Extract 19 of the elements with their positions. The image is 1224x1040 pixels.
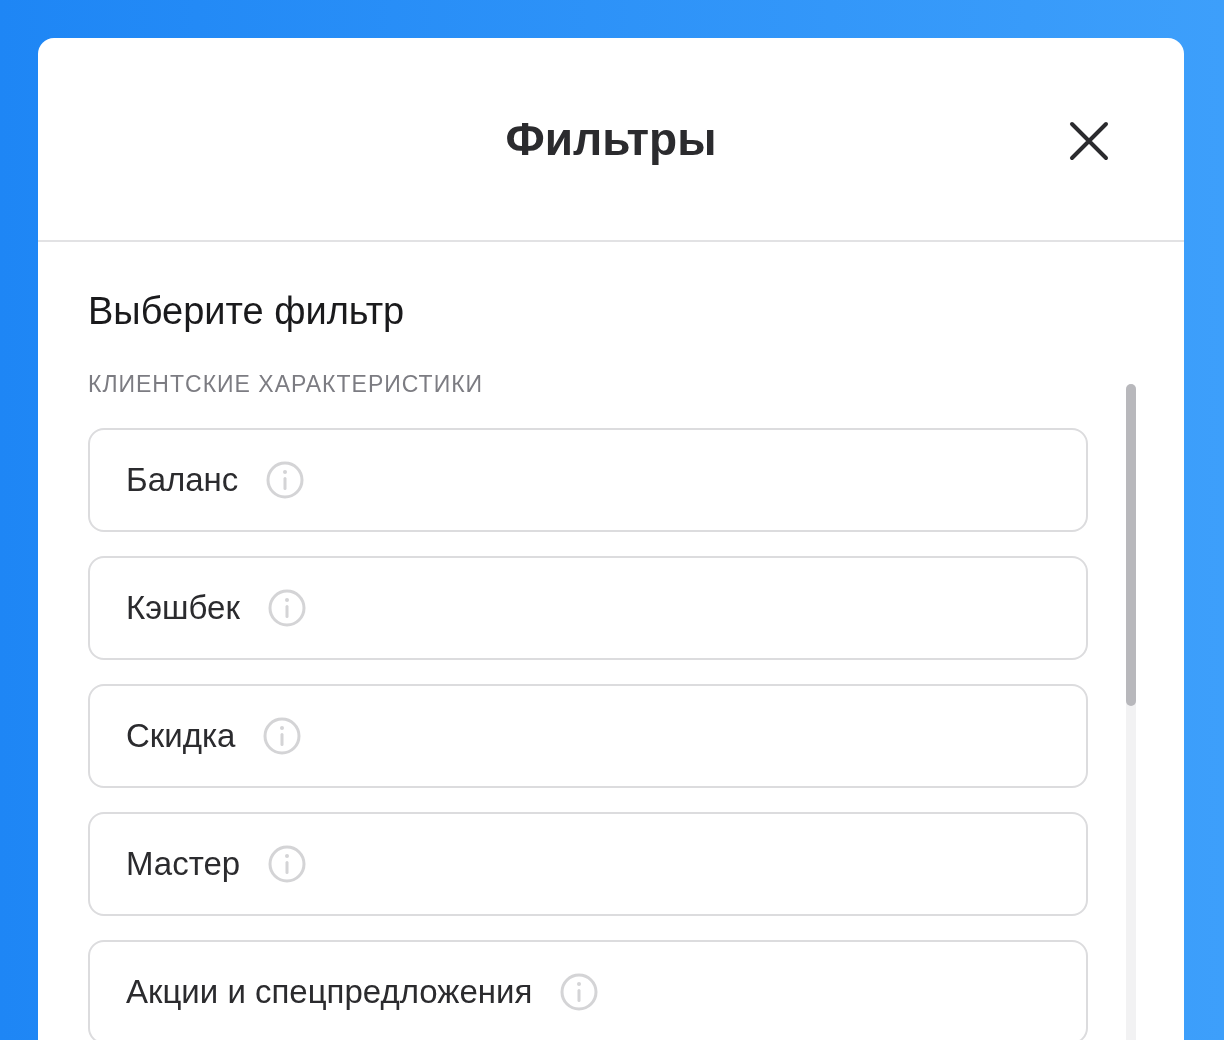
info-icon[interactable]	[268, 845, 307, 883]
category-label: КЛИЕНТСКИЕ ХАРАКТЕРИСТИКИ	[88, 371, 485, 398]
dialog-title: Фильтры	[505, 112, 717, 166]
filter-option[interactable]: Кэшбек	[88, 556, 1088, 660]
filter-option[interactable]: Мастер	[88, 812, 1088, 916]
filter-label: Мастер	[126, 845, 241, 883]
info-icon[interactable]	[267, 589, 306, 627]
filter-option[interactable]: Акции и спецпредложения	[88, 940, 1088, 1040]
info-icon[interactable]	[560, 973, 599, 1011]
filter-label: Скидка	[126, 717, 236, 755]
info-icon[interactable]	[263, 717, 302, 755]
filter-label: Акции и спецпредложения	[126, 973, 533, 1011]
scrollbar-thumb[interactable]	[1126, 384, 1136, 706]
filter-label: Баланс	[126, 461, 239, 499]
filter-option[interactable]: Баланс	[88, 428, 1088, 532]
filter-option[interactable]: Скидка	[88, 684, 1088, 788]
info-icon[interactable]	[266, 461, 305, 499]
filter-label: Кэшбек	[126, 589, 240, 627]
section-heading: Выберите фильтр	[88, 290, 406, 333]
